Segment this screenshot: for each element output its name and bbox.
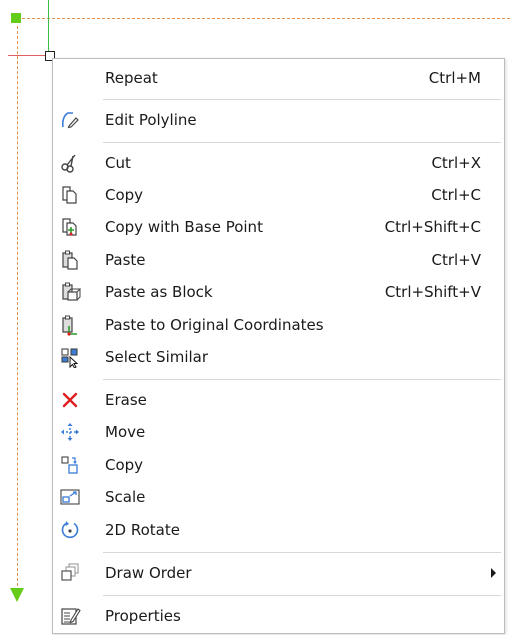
menu-separator xyxy=(103,552,501,553)
menu-item-label: Erase xyxy=(105,391,147,409)
paste-original-icon xyxy=(59,314,81,336)
move-icon xyxy=(59,421,81,443)
menu-item-2d-rotate[interactable]: 2D Rotate xyxy=(53,515,504,545)
scissors-icon xyxy=(59,152,81,174)
copy-icon xyxy=(59,184,81,206)
erase-icon xyxy=(59,389,81,411)
paste-icon xyxy=(59,249,81,271)
rotate-icon xyxy=(59,519,81,541)
properties-icon xyxy=(59,605,81,627)
grip-triangle-handle[interactable] xyxy=(10,588,24,602)
menu-item-label: Paste to Original Coordinates xyxy=(105,316,324,334)
menu-item-label: Select Similar xyxy=(105,348,209,366)
menu-item-repeat[interactable]: Repeat Ctrl+M xyxy=(53,63,504,93)
menu-item-copy-clipboard[interactable]: Copy Ctrl+C xyxy=(53,180,504,210)
crosshair-horizontal xyxy=(8,55,49,56)
grip-square-handle[interactable] xyxy=(11,13,21,23)
menu-item-shortcut: Ctrl+V xyxy=(431,251,481,269)
menu-item-scale[interactable]: Scale xyxy=(53,482,504,512)
menu-item-paste[interactable]: Paste Ctrl+V xyxy=(53,245,504,275)
menu-item-label: Edit Polyline xyxy=(105,111,197,129)
menu-separator xyxy=(103,379,501,380)
edit-polyline-icon xyxy=(59,109,81,131)
menu-item-label: Move xyxy=(105,423,146,441)
menu-item-cut[interactable]: Cut Ctrl+X xyxy=(53,148,504,178)
menu-item-label: Properties xyxy=(105,607,181,625)
copy-base-point-icon xyxy=(59,216,81,238)
menu-item-paste-as-block[interactable]: Paste as Block Ctrl+Shift+V xyxy=(53,277,504,307)
select-similar-icon xyxy=(59,346,81,368)
menu-item-label: Cut xyxy=(105,154,131,172)
menu-item-copy-base-point[interactable]: Copy with Base Point Ctrl+Shift+C xyxy=(53,212,504,242)
menu-item-copy-object[interactable]: Copy xyxy=(53,450,504,480)
menu-item-shortcut: Ctrl+Shift+V xyxy=(384,283,481,301)
menu-item-properties[interactable]: Properties xyxy=(53,601,504,631)
crosshair-vertical xyxy=(48,0,49,54)
menu-item-label: Copy xyxy=(105,186,144,204)
menu-item-paste-to-original[interactable]: Paste to Original Coordinates xyxy=(53,310,504,340)
menu-item-label: Repeat xyxy=(105,69,158,87)
menu-item-label: Copy with Base Point xyxy=(105,218,263,236)
menu-separator xyxy=(103,595,501,596)
menu-item-label: 2D Rotate xyxy=(105,521,180,539)
menu-item-shortcut: Ctrl+C xyxy=(431,186,481,204)
menu-item-shortcut: Ctrl+X xyxy=(431,154,481,172)
selected-line-horizontal xyxy=(22,18,510,19)
menu-item-label: Scale xyxy=(105,488,146,506)
menu-separator xyxy=(103,142,501,143)
menu-item-label: Paste as Block xyxy=(105,283,213,301)
menu-item-label: Paste xyxy=(105,251,146,269)
menu-item-move[interactable]: Move xyxy=(53,417,504,447)
menu-item-draw-order[interactable]: Draw Order xyxy=(53,558,504,588)
menu-item-label: Copy xyxy=(105,456,144,474)
menu-item-label: Draw Order xyxy=(105,564,192,582)
menu-separator xyxy=(103,99,501,100)
menu-item-shortcut: Ctrl+Shift+C xyxy=(384,218,481,236)
paste-block-icon xyxy=(59,281,81,303)
submenu-arrow-icon xyxy=(491,568,496,578)
scale-icon xyxy=(59,486,81,508)
draw-order-icon xyxy=(59,562,81,584)
context-menu: Repeat Ctrl+M Edit Polyline Cut Ctrl+X C… xyxy=(52,58,505,634)
selected-line-vertical xyxy=(17,26,18,586)
menu-item-edit-polyline[interactable]: Edit Polyline xyxy=(53,105,504,135)
copy-object-icon xyxy=(59,454,81,476)
menu-item-shortcut: Ctrl+M xyxy=(428,69,481,87)
menu-item-select-similar[interactable]: Select Similar xyxy=(53,342,504,372)
menu-item-erase[interactable]: Erase xyxy=(53,385,504,415)
